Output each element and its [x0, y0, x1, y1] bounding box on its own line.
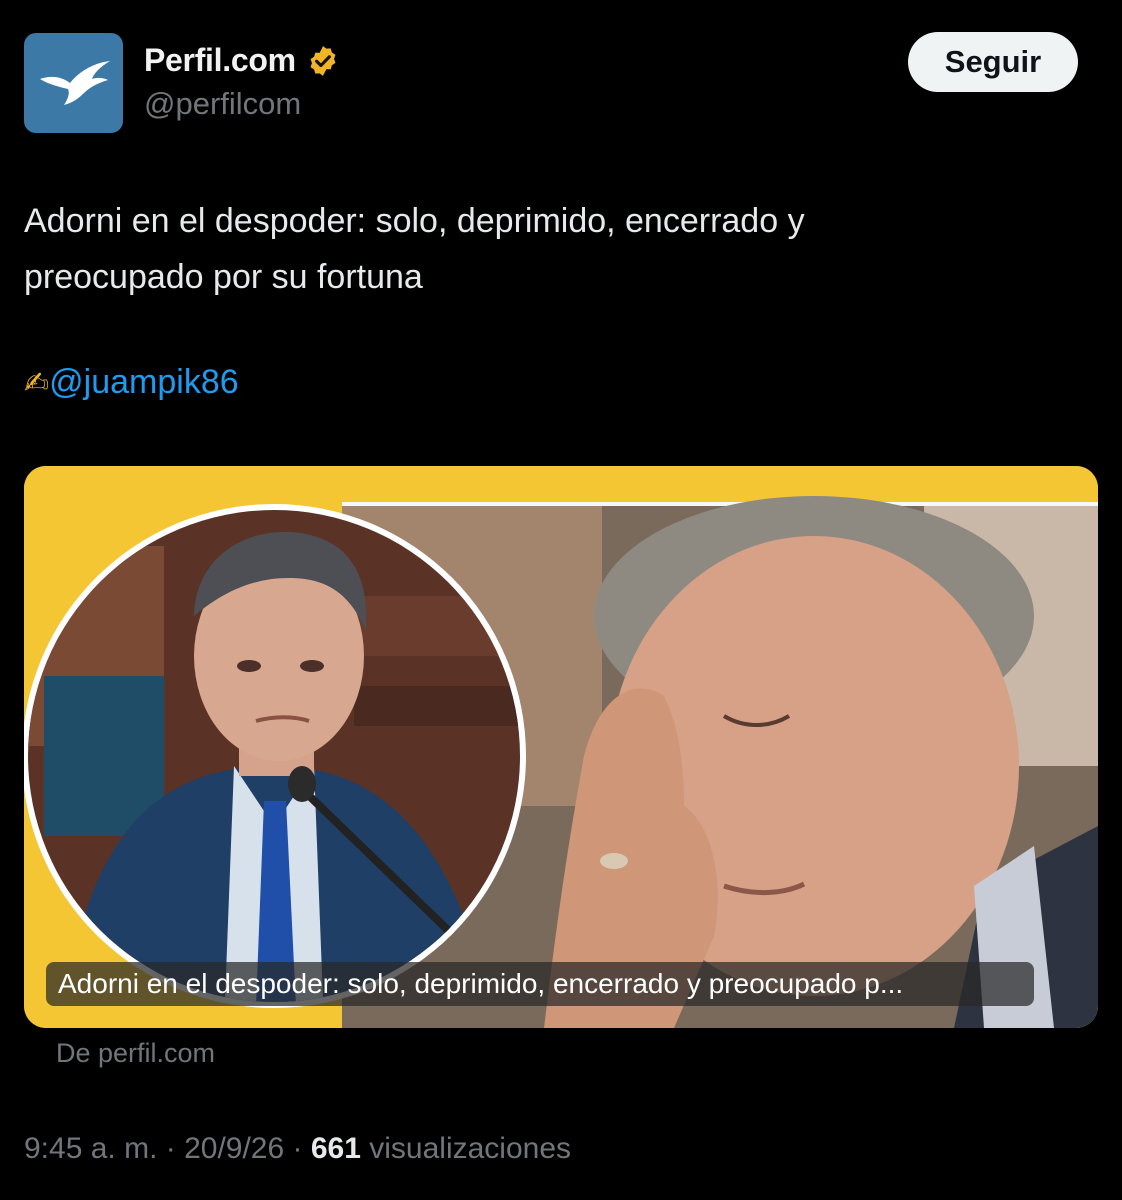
follow-button[interactable]: Seguir	[908, 32, 1078, 92]
writing-hand-icon: ✍	[24, 367, 50, 400]
views-count: 661	[310, 1132, 361, 1165]
tweet-text: Adorni en el despoder: solo, deprimido, …	[24, 193, 1094, 305]
tweet-time[interactable]: 9:45 a. m.	[24, 1132, 157, 1165]
display-name[interactable]: Perfil.com	[144, 42, 340, 79]
tweet-text-line: preocupado por su fortuna	[24, 258, 423, 296]
display-name-text[interactable]: Perfil.com	[144, 42, 296, 79]
tweet-meta: 9:45 a. m. · 20/9/26 · 661 visualizacion…	[24, 1132, 571, 1166]
verified-badge-icon[interactable]	[306, 44, 340, 78]
link-card[interactable]: Adorni en el despoder: solo, deprimido, …	[24, 466, 1098, 1028]
views-label: visualizaciones	[369, 1132, 572, 1165]
tweet-date[interactable]: 20/9/26	[184, 1132, 284, 1165]
separator: ·	[157, 1132, 185, 1165]
account-handle[interactable]: @perfilcom	[144, 86, 301, 122]
mention-link[interactable]: @juampik86	[49, 363, 239, 401]
bird-logo-icon	[39, 61, 110, 105]
tweet-credit: ✍@juampik86	[24, 357, 239, 409]
card-caption[interactable]: Adorni en el despoder: solo, deprimido, …	[46, 962, 1034, 1006]
card-image	[24, 466, 1098, 1028]
avatar[interactable]	[24, 33, 123, 133]
tweet-text-line: Adorni en el despoder: solo, deprimido, …	[24, 202, 805, 240]
card-source[interactable]: De perfil.com	[56, 1038, 215, 1069]
separator: ·	[284, 1132, 311, 1165]
